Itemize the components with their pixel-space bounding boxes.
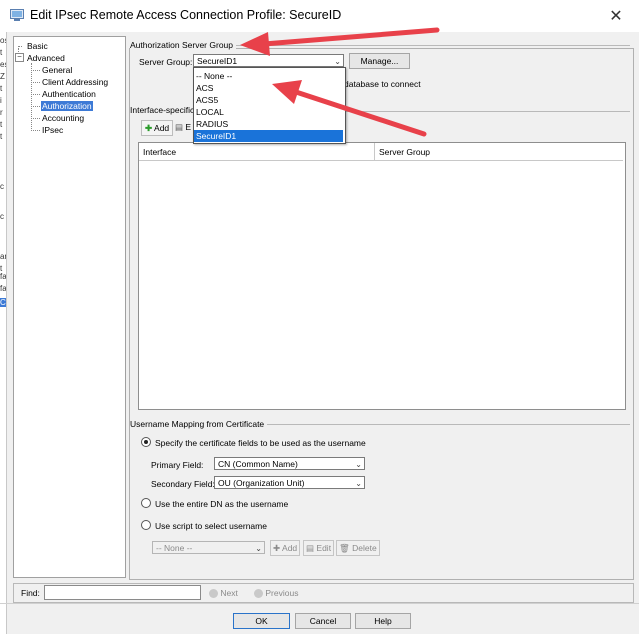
chevron-down-icon: ⌄ [255,544,262,553]
interface-edit-button[interactable]: ▤ E [175,120,191,134]
find-label: Find: [21,588,40,598]
interface-group-title: Interface-specific [130,105,197,115]
manage-button[interactable]: Manage... [349,53,410,69]
ok-button[interactable]: OK [233,613,290,629]
radio-specify-fields-label: Specify the certificate fields to be use… [155,438,366,448]
strip-text: r [0,108,3,117]
username-mapping-title: Username Mapping from Certificate [130,419,268,429]
tree-connector [18,46,22,47]
hint-text: database to connect [344,79,421,89]
app-icon [10,9,24,21]
add-label: Add [154,123,170,133]
radio-specify-fields[interactable] [141,437,151,447]
column-header-server-group[interactable]: Server Group [375,143,623,161]
column-header-interface[interactable]: Interface [139,143,375,161]
strip-text: t [0,48,3,57]
edit-icon: ▤ [175,122,184,132]
authorization-group-title: Authorization Server Group [130,40,236,50]
arrow-right-icon [209,589,218,599]
strip-text: fa [0,284,7,293]
dropdown-option-local[interactable]: LOCAL [194,106,343,118]
primary-field-value: CN (Common Name) [218,459,298,469]
strip-text: t [0,84,3,93]
script-add-label: Add [282,543,298,553]
script-delete-button[interactable]: 🗑 Delete [336,540,380,556]
plus-icon: ✚ [145,123,153,133]
server-group-dropdown-list[interactable]: -- None -- ACS ACS5 LOCAL RADIUS SecureI… [193,67,346,144]
help-button[interactable]: Help [355,613,411,629]
trash-icon: 🗑 [339,543,350,553]
arrow-left-icon [254,589,263,599]
tree-item-authorization[interactable]: Authorization [41,101,93,111]
radio-entire-dn-label: Use the entire DN as the username [155,499,289,509]
find-input[interactable] [44,585,201,600]
dropdown-option-secureid1[interactable]: SecureID1 [194,130,343,142]
tree-connector [31,118,40,119]
strip-text: an [0,252,6,261]
dropdown-option-acs[interactable]: ACS [194,82,343,94]
tree-item-ipsec[interactable]: IPsec [42,125,63,135]
tree-connector [31,70,40,71]
tree-connector [31,63,32,129]
plus-icon: ✚ [273,543,281,553]
strip-text: c [0,182,4,191]
script-delete-label: Delete [352,543,377,553]
interface-add-button[interactable]: ✚ Add [141,120,174,136]
radio-script-label: Use script to select username [155,521,267,531]
strip-text: i [0,96,2,105]
tree-item-authentication[interactable]: Authentication [42,89,96,99]
radio-script[interactable] [141,520,151,530]
find-previous-button[interactable]: Previous [254,588,299,599]
background-window-strip: os t es Z t i r t t c c an t fa fa C [0,32,7,634]
script-select[interactable]: -- None -- ⌄ [152,541,265,554]
tree-item-general[interactable]: General [42,65,72,75]
strip-text: c [0,212,4,221]
secondary-field-value: OU (Organization Unit) [218,478,305,488]
tree-connector [31,82,40,83]
tree-item-advanced[interactable]: Advanced [27,53,65,63]
script-add-button[interactable]: ✚ Add [270,540,301,556]
tree-item-client-addressing[interactable]: Client Addressing [42,77,108,87]
strip-text: fa [0,272,7,281]
script-select-value: -- None -- [156,543,193,553]
server-group-value: SecureID1 [197,56,238,66]
chevron-down-icon: ⌄ [355,460,362,469]
chevron-down-icon: ⌄ [355,479,362,488]
dropdown-option-none[interactable]: -- None -- [194,70,343,82]
dropdown-option-radius[interactable]: RADIUS [194,118,343,130]
find-previous-label: Previous [265,588,299,598]
dropdown-option-acs5[interactable]: ACS5 [194,94,343,106]
tree-item-basic[interactable]: Basic [27,41,48,51]
script-edit-label: Edit [316,543,332,553]
tree-connector [31,130,40,131]
strip-text: t [0,120,3,129]
footer-divider [0,603,639,604]
strip-text: Z [0,72,5,81]
cancel-button[interactable]: Cancel [295,613,351,629]
close-icon[interactable]: ✕ [606,6,626,26]
strip-text: t [0,132,3,141]
strip-text: os [0,36,6,45]
secondary-field-select[interactable]: OU (Organization Unit) ⌄ [214,476,365,489]
server-group-select[interactable]: SecureID1 ⌄ [193,54,344,67]
tree-item-accounting[interactable]: Accounting [42,113,84,123]
strip-text: C [0,298,6,307]
edit-label: E [185,122,192,132]
primary-field-select[interactable]: CN (Common Name) ⌄ [214,457,365,470]
edit-icon: ▤ [306,543,315,553]
server-group-label: Server Group: [139,57,193,67]
tree-connector [31,94,40,95]
script-edit-button[interactable]: ▤ Edit [303,540,335,556]
tree-connector [31,106,40,107]
window-title: Edit IPsec Remote Access Connection Prof… [30,8,342,22]
strip-text: es [0,60,6,69]
find-next-label: Next [220,588,238,598]
interface-table[interactable]: Interface Server Group [138,142,626,410]
navigation-tree: Basic − Advanced General Client Addressi… [13,36,126,578]
collapse-icon[interactable]: − [15,53,24,62]
secondary-field-label: Secondary Field: [151,479,215,489]
primary-field-label: Primary Field: [151,460,204,470]
radio-entire-dn[interactable] [141,498,151,508]
find-next-button[interactable]: Next [209,588,238,599]
